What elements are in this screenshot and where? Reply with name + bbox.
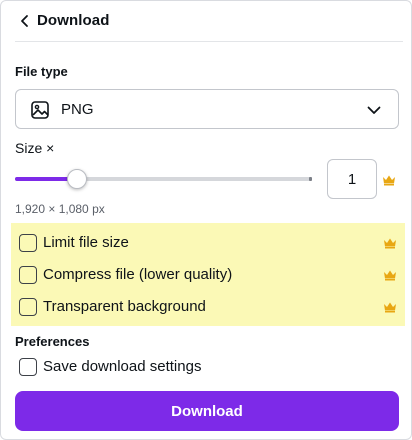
option-label: Transparent background <box>43 298 206 315</box>
option-label: Compress file (lower quality) <box>43 266 233 283</box>
option-label: Save download settings <box>43 358 202 375</box>
compress-file-option[interactable]: Compress file (lower quality) <box>19 264 399 286</box>
transparent-background-checkbox[interactable] <box>19 298 37 316</box>
file-type-value: PNG <box>61 101 94 118</box>
preferences-label: Preferences <box>15 334 90 349</box>
save-settings-checkbox[interactable] <box>19 358 37 376</box>
chevron-left-icon <box>21 15 28 27</box>
slider-thumb[interactable] <box>67 169 87 189</box>
slider-end-tick <box>309 177 312 181</box>
file-type-label: File type <box>15 64 68 79</box>
chevron-down-icon <box>367 106 381 114</box>
size-slider[interactable] <box>15 169 312 189</box>
size-input[interactable] <box>327 159 377 199</box>
file-type-select[interactable]: PNG <box>15 89 399 129</box>
option-label: Limit file size <box>43 234 129 251</box>
image-icon <box>31 101 49 119</box>
limit-file-size-checkbox[interactable] <box>19 234 37 252</box>
header-divider <box>15 41 403 42</box>
crown-icon <box>383 175 395 186</box>
panel-header: Download <box>1 1 412 42</box>
download-button[interactable]: Download <box>15 391 399 431</box>
save-download-settings-option[interactable]: Save download settings <box>19 356 399 378</box>
panel-title: Download <box>37 12 110 29</box>
back-button[interactable] <box>15 11 35 31</box>
crown-icon <box>384 302 396 313</box>
crown-icon <box>384 270 396 281</box>
size-label: Size × <box>15 140 55 156</box>
output-dimensions: 1,920 × 1,080 px <box>15 202 105 216</box>
compress-file-checkbox[interactable] <box>19 266 37 284</box>
transparent-background-option[interactable]: Transparent background <box>19 296 399 318</box>
crown-icon <box>384 238 396 249</box>
limit-file-size-option[interactable]: Limit file size <box>19 232 399 254</box>
download-panel: Download File type PNG Size × 1,920 × 1,… <box>0 0 412 440</box>
